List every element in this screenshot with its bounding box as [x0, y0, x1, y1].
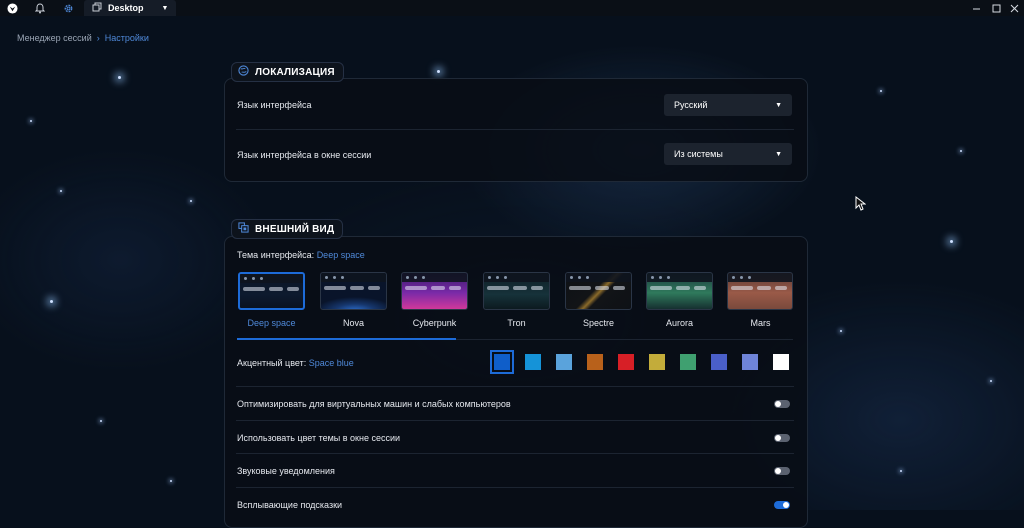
- globe-icon: [238, 65, 249, 79]
- tooltips-toggle[interactable]: [774, 501, 790, 509]
- mouse-cursor-icon: [855, 195, 867, 214]
- accent-label: Акцентный цвет: Space blue: [237, 358, 354, 368]
- session-language-select[interactable]: Из системы ▼: [664, 143, 792, 165]
- breadcrumb: Менеджер сессий › Настройки: [17, 33, 149, 43]
- app-logo-icon[interactable]: [0, 0, 24, 16]
- sound-notifications-label: Звуковые уведомления: [237, 466, 335, 476]
- close-icon[interactable]: [1002, 0, 1024, 16]
- theme-name-mars[interactable]: Mars: [727, 318, 794, 328]
- accent-swatch[interactable]: [587, 354, 603, 370]
- bell-icon[interactable]: [28, 0, 52, 16]
- theme-thumb-mars[interactable]: [727, 272, 793, 310]
- accent-swatch[interactable]: [490, 350, 514, 374]
- appearance-heading: ВНЕШНИЙ ВИД: [231, 219, 344, 239]
- theme-name-tron[interactable]: Tron: [483, 318, 550, 328]
- copy-icon: [92, 2, 102, 15]
- palette-icon: [238, 222, 249, 236]
- accent-swatch[interactable]: [649, 354, 665, 370]
- accent-swatch[interactable]: [525, 354, 541, 370]
- session-tab[interactable]: Desktop ▼: [84, 0, 177, 16]
- accent-swatch[interactable]: [556, 354, 572, 370]
- chevron-down-icon[interactable]: ▼: [162, 5, 169, 12]
- theme-thumb-spectre[interactable]: [565, 272, 632, 310]
- caret-down-icon: ▼: [775, 150, 782, 158]
- session-theme-color-label: Использовать цвет темы в окне сессии: [237, 433, 401, 443]
- ui-language-label: Язык интерфейса: [237, 100, 312, 110]
- divider: [236, 129, 794, 130]
- divider: [236, 487, 794, 488]
- localization-heading: ЛОКАЛИЗАЦИЯ: [231, 62, 344, 82]
- chevron-right-icon: ›: [96, 33, 100, 43]
- gear-icon[interactable]: [56, 0, 80, 16]
- divider: [236, 453, 794, 454]
- sound-notifications-toggle[interactable]: [774, 467, 790, 475]
- divider: [236, 386, 794, 387]
- accent-swatch[interactable]: [742, 354, 758, 370]
- tooltips-label: Всплывающие подсказки: [237, 500, 343, 510]
- title-bar: Desktop ▼: [0, 0, 1024, 16]
- accent-value: Space blue: [308, 358, 354, 368]
- tab-title: Desktop: [108, 3, 144, 13]
- ui-language-select[interactable]: Русский ▼: [664, 94, 792, 116]
- optimize-vm-label: Оптимизировать для виртуальных машин и с…: [237, 399, 511, 409]
- session-theme-color-toggle[interactable]: [774, 434, 790, 442]
- ui-language-value: Русский: [674, 100, 708, 110]
- theme-scroll-thumb[interactable]: [237, 338, 456, 340]
- theme-name-aurora[interactable]: Aurora: [646, 318, 713, 328]
- theme-thumb-aurora[interactable]: [646, 272, 713, 310]
- theme-label: Тема интерфейса: Deep space: [237, 250, 365, 260]
- theme-thumb-deep-space[interactable]: [238, 272, 305, 310]
- accent-swatch[interactable]: [711, 354, 727, 370]
- session-language-label: Язык интерфейса в окне сессии: [237, 150, 372, 160]
- optimize-vm-toggle[interactable]: [774, 400, 790, 408]
- theme-name-cyberpunk[interactable]: Cyberpunk: [401, 318, 468, 328]
- breadcrumb-session-manager[interactable]: Менеджер сессий: [17, 33, 92, 43]
- session-language-value: Из системы: [674, 149, 723, 159]
- theme-name-spectre[interactable]: Spectre: [565, 318, 632, 328]
- divider: [236, 420, 794, 421]
- caret-down-icon: ▼: [775, 101, 782, 109]
- accent-swatch[interactable]: [680, 354, 696, 370]
- accent-swatch[interactable]: [618, 354, 634, 370]
- theme-name-deep-space[interactable]: Deep space: [238, 318, 305, 328]
- theme-thumb-nova[interactable]: [320, 272, 387, 310]
- breadcrumb-settings[interactable]: Настройки: [105, 33, 149, 43]
- accent-swatch[interactable]: [773, 354, 789, 370]
- theme-thumb-tron[interactable]: [483, 272, 550, 310]
- theme-value: Deep space: [316, 250, 365, 260]
- theme-name-nova[interactable]: Nova: [320, 318, 387, 328]
- theme-thumb-cyberpunk[interactable]: [401, 272, 468, 310]
